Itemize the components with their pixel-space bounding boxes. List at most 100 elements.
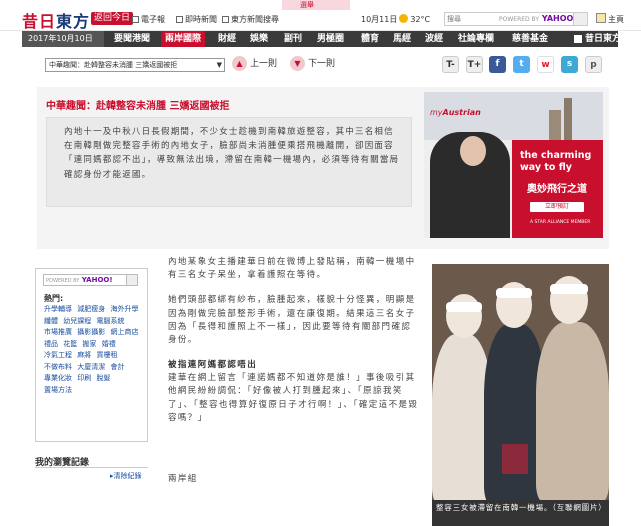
nav-item-finance[interactable]: 財經 [218,31,236,47]
category-select[interactable]: 中華趣聞：赴韓整容未消腫 三嬌返國被拒 ▼ [45,58,225,72]
facebook-icon[interactable]: f [489,56,506,73]
ad-brand: myAustrian [430,108,481,117]
main-nav: 2017年10月10日 (二) 要聞港聞 兩岸國際 財經 娛樂 副刊 男極圈 體… [22,31,621,59]
oriental-logo-icon [574,35,582,43]
nav-item-charity[interactable]: 慈善基金 [512,31,548,47]
hot-keywords-list: 升學輔導 減肥瘦身 海外升學 纖體 幼兒課程 電腦系統 市場推廣 攝影攝影 網上… [44,304,144,396]
hot-keyword-link[interactable]: 置場方法 [44,386,72,394]
header-search-input[interactable] [447,13,497,25]
nav-item-archive[interactable]: 昔日東方 [585,31,621,47]
search-icon [222,16,229,23]
header-search-box[interactable]: POWERED BY YAHOO! [444,12,588,26]
arrow-down-icon: ▼ [290,56,305,71]
photo-person [536,322,609,500]
photo-caption: 整容三女被滯留在南韓一機場。（互聯網圖片） [432,500,609,526]
sidebar-search-input[interactable]: POWERED BY YAHOO! [43,274,138,286]
sidebar-search-box: POWERED BY YAHOO! 熱門: 升學輔導 減肥瘦身 海外升學 纖體 … [35,268,148,442]
hot-keyword-link[interactable]: 市場推廣 [44,328,72,336]
photo-bandage [446,302,482,312]
photo-person [432,334,492,500]
news-search-link[interactable]: 東方新聞搜尋 [222,14,279,25]
nav-date: 2017年10月10日 (二) [22,31,104,59]
arrow-up-icon: ▲ [232,56,247,71]
nav-item-horse[interactable]: 馬經 [393,31,411,47]
ad-alliance: A STAR ALLIANCE MEMBER [530,220,591,225]
hot-keyword-link[interactable]: 幼兒課程 [63,317,91,325]
article-body: 內地某象女主播建華日前在微博上發貼稱，南韓一機場中有三名女子呆坐，拿着護照在等待… [168,256,420,437]
nav-item-men[interactable]: 男極圈 [317,31,344,47]
nav-item-cross-strait[interactable]: 兩岸國際 [161,31,206,47]
article-paragraph: 內地某象女主播建華日前在微博上發貼稱，南韓一機場中有三名女子呆坐，拿着護照在等待… [168,257,416,281]
print-icon[interactable]: p [585,56,602,73]
hot-keyword-link[interactable]: 攝影攝影 [77,328,105,336]
next-article-button[interactable]: ▼ 下一則 [290,56,335,73]
hot-keyword-link[interactable]: 專業化妝 [44,374,72,382]
photo-bandage [496,288,532,298]
nav-item-hk-news[interactable]: 要聞港聞 [114,31,150,47]
top-banner-ad[interactable] [282,0,350,10]
ad-book-button[interactable]: 立即預訂 [530,202,584,212]
yahoo-brand: POWERED BY YAHOO! [499,14,577,23]
instant-news-link[interactable]: 即時新聞 [176,14,217,25]
epaper-icon [132,16,139,23]
hot-keyword-link[interactable]: 脫髮 [96,374,110,382]
font-decrease-button[interactable]: T- [442,56,459,73]
sun-icon [399,14,409,23]
top-banner-text: 選舉 [300,1,314,9]
photo-passport [502,444,528,474]
hot-keyword-link[interactable]: 會計 [110,363,124,371]
hot-keyword-link[interactable]: 買樓租 [96,351,117,359]
search-go-button[interactable] [573,13,587,25]
article-summary: 內地十一及中秋八日長假期間，不少女士趁機到南韓旅遊整容，其中三名相信在南韓剛做完… [64,127,400,180]
share-icon[interactable]: s [561,56,578,73]
austrian-airlines-ad[interactable]: myAustrian the charming way to fly 奧妙飛行之… [424,92,603,238]
hot-keyword-link[interactable]: 冷氣工程 [44,351,72,359]
hot-keyword-link[interactable]: 纖體 [44,317,58,325]
hot-keyword-link[interactable]: 婚禮 [102,340,116,348]
hot-keyword-link[interactable]: 大廈清潔 [77,363,105,371]
divider [35,467,148,468]
clear-history-link[interactable]: ▸清除紀錄 [110,471,142,481]
home-icon[interactable] [596,13,606,23]
ad-headline: the charming way to fly [520,150,592,173]
chevron-down-icon: ▼ [216,61,222,69]
sidebar-search-button[interactable] [126,275,137,285]
hot-keyword-link[interactable]: 升學輔導 [44,305,72,313]
article-photo[interactable] [432,264,609,500]
ad-model-face [460,136,486,166]
hot-keyword-link[interactable]: 麻將 [77,351,91,359]
hot-keyword-link[interactable]: 電腦系統 [96,317,124,325]
epaper-link[interactable]: 電子報 [132,14,165,25]
article-paragraph: 她們頭部都綁有紗布，臉腫起來，樣貌十分怪異，明顯是因為剛做完臉部整形手術，還在康… [168,295,416,346]
hot-keyword-link[interactable]: 不做布料 [44,363,72,371]
date-weather: 10月11日 32°C [361,14,431,24]
nav-item-supplement[interactable]: 副刊 [284,31,302,47]
hot-keyword-link[interactable]: 印刷 [77,374,91,382]
ad-building [549,110,561,140]
nav-item-entertainment[interactable]: 娛樂 [250,31,268,47]
nav-item-sports[interactable]: 體育 [361,31,379,47]
back-today-button[interactable]: 返回今日 [91,12,134,25]
article-summary-box: 內地十一及中秋八日長假期間，不少女士趁機到南韓旅遊整容，其中三名相信在南韓剛做完… [46,117,412,207]
site-logo[interactable]: 昔日東方 [22,8,90,32]
font-increase-button[interactable]: T+ [466,56,483,73]
nav-item-soccer[interactable]: 波經 [425,31,443,47]
article-author: 兩岸組 [168,474,198,484]
logo-main: 昔日 [22,12,57,31]
ad-tower [564,98,572,140]
article-paragraph: 建華在網上留言「連諾媽都不知道妳是誰！」事後吸引其他網民紛紛調侃：「好像被人打到… [168,373,419,423]
hot-keywords-label: 熱門: [44,294,64,303]
hot-keyword-link[interactable]: 花籃 [63,340,77,348]
home-label[interactable]: 主頁 [608,14,624,25]
ad-headline-cn: 奧妙飛行之道 [527,184,587,195]
hot-keyword-link[interactable]: 網上商店 [110,328,138,336]
top-header: 昔日東方 返回今日 電子報 即時新聞 東方新聞搜尋 選舉 10月11日 32°C … [0,0,641,31]
hot-keyword-link[interactable]: 禮品 [44,340,58,348]
prev-article-button[interactable]: ▲ 上一則 [232,56,277,73]
weibo-icon[interactable]: w [537,56,554,73]
hot-keyword-link[interactable]: 海外升學 [110,305,138,313]
hot-keyword-link[interactable]: 搬家 [82,340,96,348]
twitter-icon[interactable]: t [513,56,530,73]
hot-keyword-link[interactable]: 減肥瘦身 [77,305,105,313]
nav-item-editorial[interactable]: 社論專欄 [458,31,494,47]
